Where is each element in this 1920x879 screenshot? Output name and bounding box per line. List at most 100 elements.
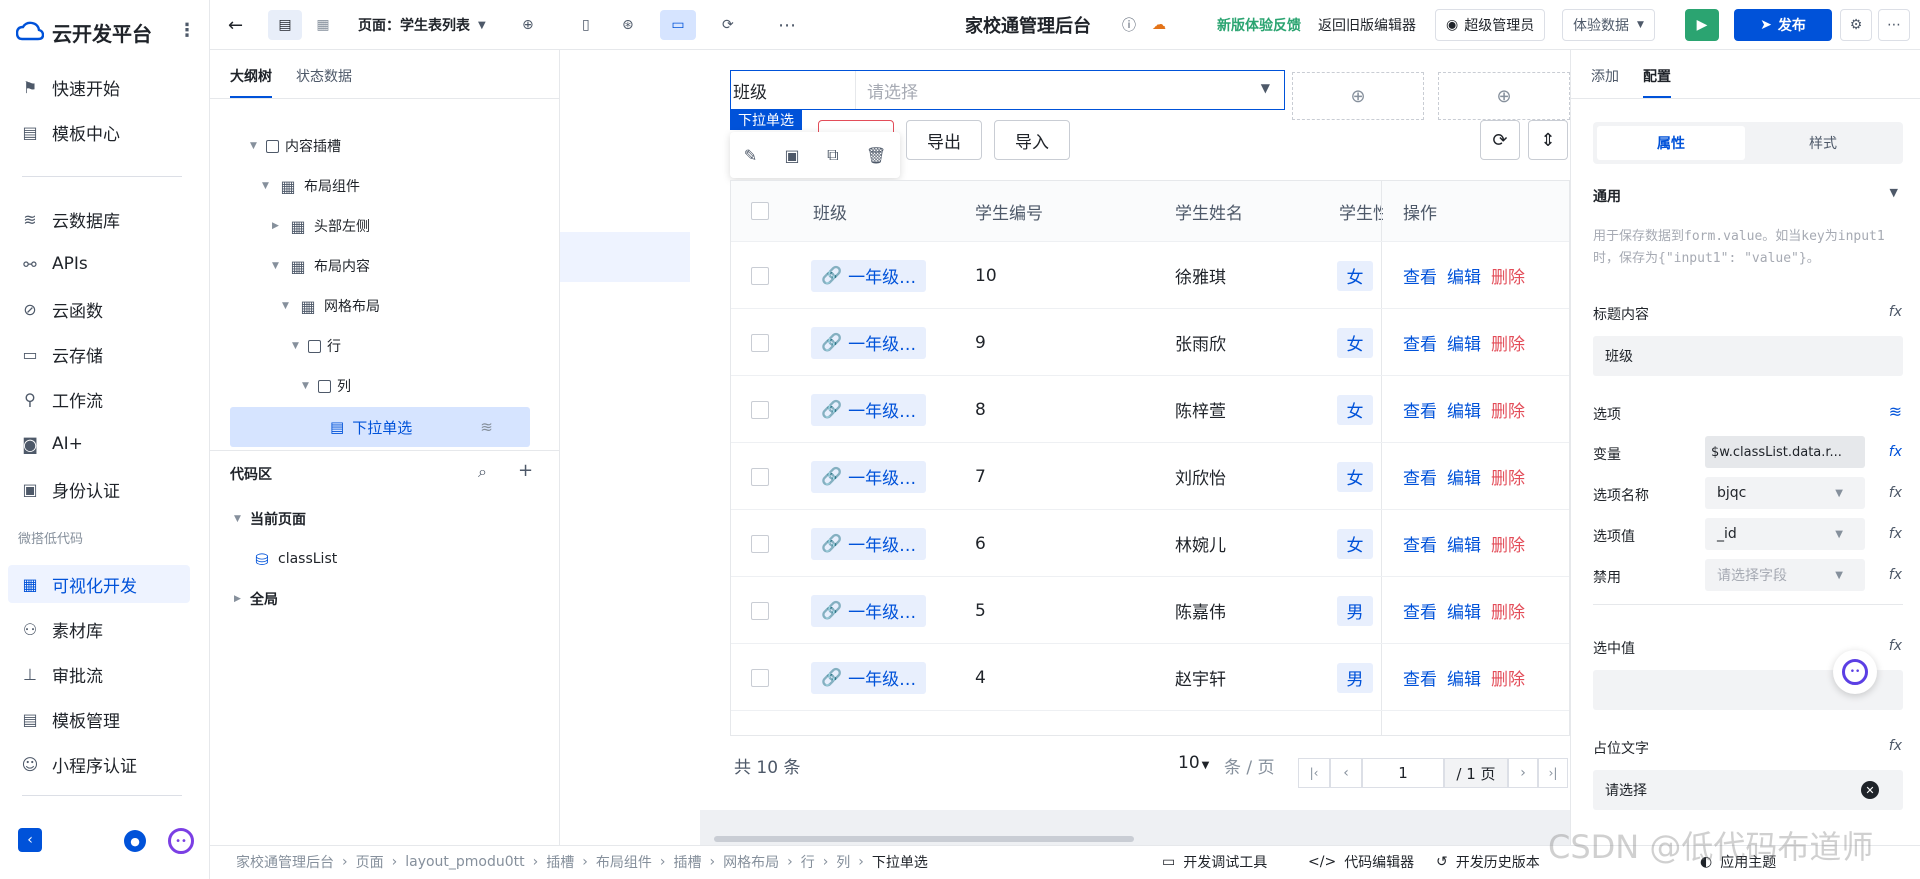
delete-link[interactable]: 删除 [1491,263,1525,288]
next-page-icon[interactable]: › [1508,758,1538,788]
delete-link[interactable]: 删除 [1491,665,1525,690]
checkbox[interactable] [751,202,769,220]
tree-node[interactable]: ▼ ▦ 布局组件 [262,171,360,201]
add-page-icon[interactable]: ⊕ [522,10,534,40]
breadcrumb-item[interactable]: 页面 [356,852,384,872]
edit-link[interactable]: 编辑 [1447,397,1481,422]
page-input[interactable]: 1 [1362,758,1444,788]
code-editor-button[interactable]: </> 代码编辑器 [1308,852,1414,872]
dev-tools-button[interactable]: ▭ 开发调试工具 [1162,852,1267,872]
tab-config[interactable]: 配置 [1643,66,1671,98]
class-link[interactable]: 🔗 一年级… [811,594,927,627]
section-general[interactable]: 通用 [1593,186,1621,206]
clear-icon[interactable]: ✕ [1861,781,1879,799]
nav-miniprogram[interactable]: ☺ 小程序认证 [8,745,190,783]
refresh-icon[interactable]: ⟳ [722,10,734,40]
delete-link[interactable]: 删除 [1491,397,1525,422]
page-list-icon[interactable]: ▤ [268,10,302,40]
prev-page-icon[interactable]: ‹ [1330,758,1362,788]
checkbox[interactable] [751,400,769,419]
checkbox[interactable] [751,534,769,553]
grid-view-icon[interactable]: ▦ [306,10,340,40]
nav-template-center[interactable]: ▤ 模板中心 [8,113,190,151]
more-vertical-icon[interactable]: ⋮ [178,20,196,41]
checkbox[interactable] [751,601,769,620]
history-button[interactable]: ↺ 开发历史版本 [1436,852,1540,872]
view-link[interactable]: 查看 [1403,531,1437,556]
tab-state-data[interactable]: 状态数据 [296,66,352,86]
add-slot-icon[interactable]: ⊕ [1292,72,1424,120]
feedback-link[interactable]: 新版体验反馈 [1217,10,1301,40]
publish-button[interactable]: ➤ 发布 [1734,9,1832,41]
delete-link[interactable]: 删除 [1491,531,1525,556]
search-icon[interactable]: ⌕ [478,462,487,482]
tree-node[interactable]: ▶ ▦ 头部左侧 [272,211,370,241]
more-horizontal-icon[interactable]: ⋯ [778,10,796,40]
nav-ai[interactable]: ◙ AI+ [8,425,190,463]
edit-link[interactable]: 编辑 [1447,598,1481,623]
view-link[interactable]: 查看 [1403,330,1437,355]
nav-quick-start[interactable]: ⚑ 快速开始 [8,68,190,106]
settings-icon[interactable]: ⚙ [1840,9,1872,41]
tree-node-global[interactable]: ▶ 全局 [234,584,278,614]
breadcrumb-item[interactable]: 布局组件 [596,852,652,872]
edit-link[interactable]: 编辑 [1447,665,1481,690]
fx-icon[interactable]: fx [1889,444,1902,460]
variable-input[interactable]: $w.classList.data.r... [1705,436,1865,468]
breadcrumb-item[interactable]: 行 [801,852,815,872]
tree-node[interactable]: ▼ 内容插槽 [250,131,341,161]
nav-approval[interactable]: ⊥ 审批流 [8,655,190,693]
breadcrumb-item[interactable]: 下拉单选 [872,852,928,872]
edit-link[interactable]: 编辑 [1447,531,1481,556]
checkbox[interactable] [751,467,769,486]
sub-tab-style[interactable]: 样式 [1749,126,1897,160]
class-link[interactable]: 🔗 一年级… [811,326,927,359]
class-link[interactable]: 🔗 一年级… [811,259,927,292]
ai-assistant-button[interactable]: •• [1833,650,1877,694]
chevron-down-icon[interactable]: ▼ [1890,186,1898,199]
tree-node-classlist[interactable]: ⛁ classList [252,544,337,574]
fx-icon[interactable]: fx [1889,638,1902,654]
admin-button[interactable]: ◉ 超级管理员 [1435,9,1546,41]
disable-select[interactable]: 请选择字段 ▼ [1705,559,1865,591]
fx-icon[interactable]: fx [1889,526,1902,542]
breadcrumb-item[interactable]: 插槽 [673,852,701,872]
tree-node[interactable]: ▼ 列 [302,371,351,401]
delete-link[interactable]: 删除 [1491,598,1525,623]
export-button[interactable]: 导出 [906,120,982,160]
desktop-view-icon[interactable]: ▭ [660,10,696,40]
class-link[interactable]: 🔗 一年级… [811,661,927,694]
data-select[interactable]: 体验数据 ▼ [1562,9,1655,41]
fx-icon[interactable]: fx [1889,738,1902,754]
old-editor-link[interactable]: 返回旧版编辑器 [1318,10,1416,40]
nav-visual-dev[interactable]: ▦ 可视化开发 [8,565,190,603]
option-value-select[interactable]: _id ▼ [1705,518,1865,550]
nav-cloud-function[interactable]: ⊘ 云函数 [8,290,190,328]
more-menu-icon[interactable]: ⋯ [1878,9,1910,41]
user-avatar-icon[interactable]: ● [124,830,146,852]
delete-link[interactable]: 删除 [1491,464,1525,489]
add-slot-icon[interactable]: ⊕ [1438,72,1570,120]
view-link[interactable]: 查看 [1403,464,1437,489]
nav-workflow[interactable]: ⚲ 工作流 [8,380,190,418]
delete-icon[interactable]: 🗑 [866,146,886,165]
add-icon[interactable]: + [518,460,533,481]
edit-icon[interactable]: ✎ [744,146,757,165]
checkbox[interactable] [751,668,769,687]
view-link[interactable]: 查看 [1403,397,1437,422]
preview-play-button[interactable]: ▶ [1685,9,1719,41]
edit-link[interactable]: 编辑 [1447,330,1481,355]
refresh-icon[interactable]: ⟳ [1480,120,1520,160]
sub-tab-properties[interactable]: 属性 [1597,126,1745,160]
last-page-icon[interactable]: ›| [1538,758,1568,788]
tree-node[interactable]: ▼ 行 [292,331,341,361]
checkbox[interactable] [751,266,769,285]
view-link[interactable]: 查看 [1403,263,1437,288]
first-page-icon[interactable]: |‹ [1298,758,1330,788]
checkbox[interactable] [751,333,769,352]
edit-link[interactable]: 编辑 [1447,464,1481,489]
option-name-select[interactable]: bjqc ▼ [1705,477,1865,509]
page-selector[interactable]: 页面：学生表列表 ▼ [358,10,486,40]
nav-auth[interactable]: ▣ 身份认证 [8,470,190,508]
delete-link[interactable]: 删除 [1491,330,1525,355]
